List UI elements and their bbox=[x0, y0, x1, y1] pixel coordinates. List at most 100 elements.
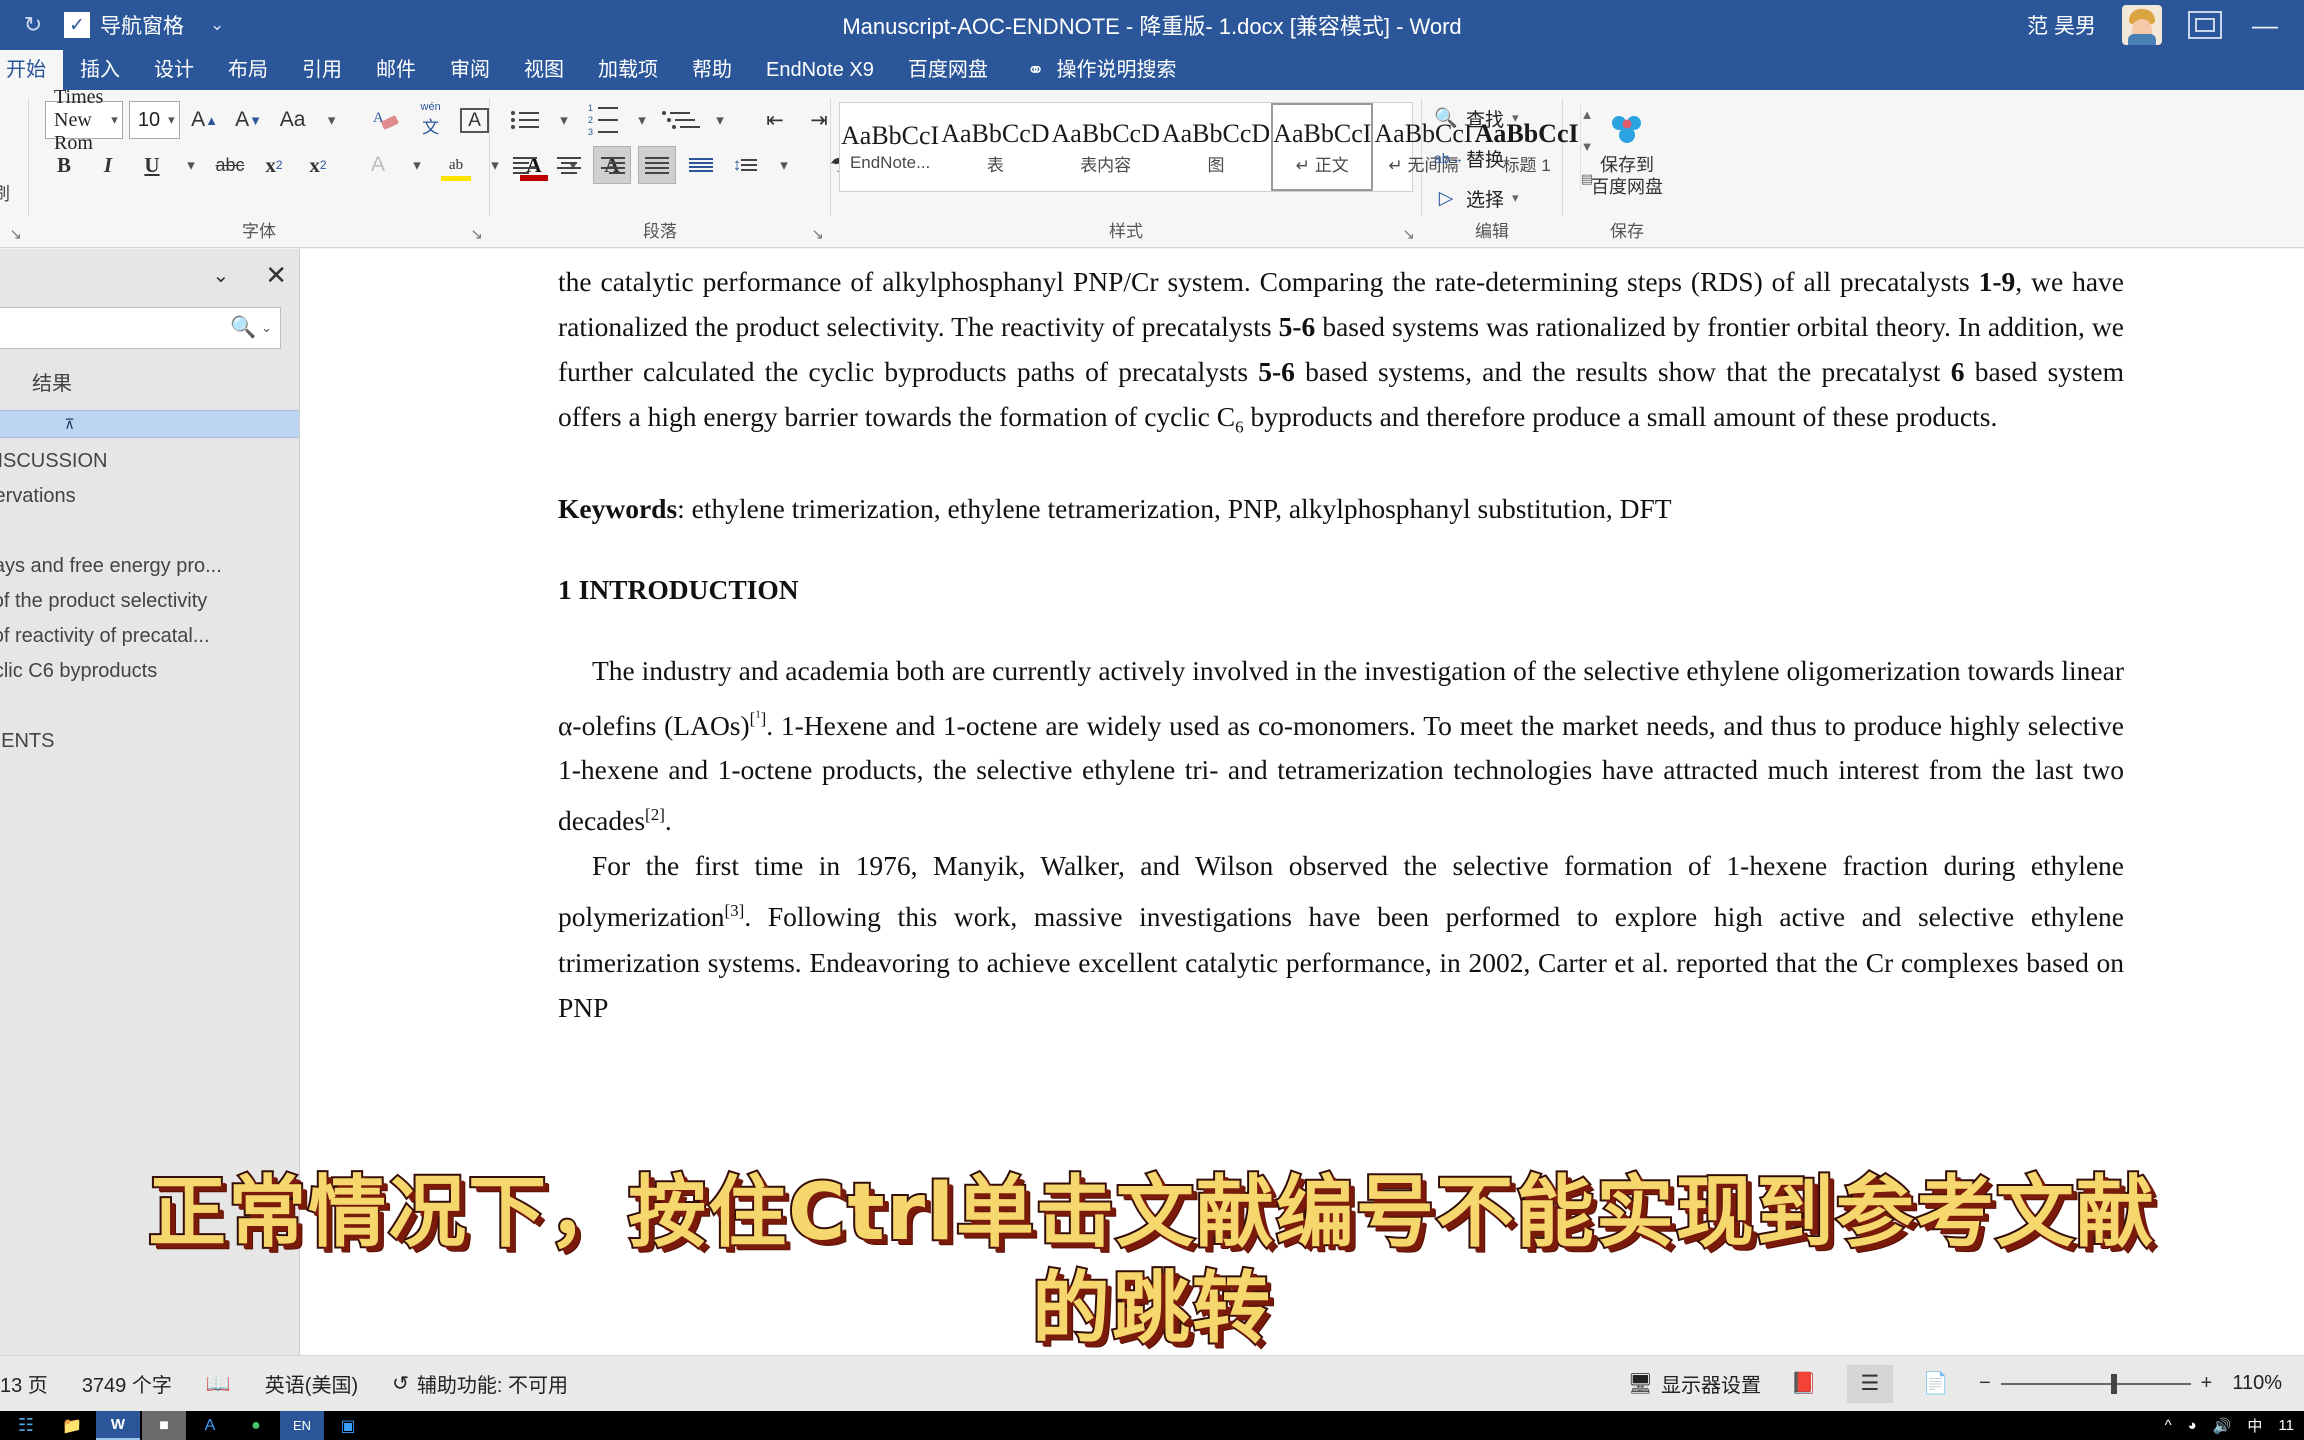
minimize-button[interactable]: — bbox=[2248, 12, 2282, 38]
nav-heading-reaction-pathways[interactable]: Reaction pathways and free energy pro... bbox=[0, 549, 299, 584]
nav-heading-acknowledgments[interactable]: ACKNOWLEDGMENTS bbox=[0, 724, 299, 759]
endnote-icon[interactable]: EN bbox=[280, 1411, 324, 1440]
network-icon[interactable]: ◕ bbox=[2188, 1417, 2197, 1434]
zoom-thumb[interactable] bbox=[2110, 1373, 2117, 1394]
format-painter-button[interactable]: 格式刷 bbox=[0, 174, 20, 212]
accessibility-status[interactable]: ↺ 辅助功能: 不可用 bbox=[392, 1369, 568, 1398]
italic-button[interactable]: I bbox=[89, 146, 127, 184]
volume-icon[interactable]: 🔊 bbox=[2213, 1417, 2232, 1435]
document-area[interactable]: the catalytic performance of alkylphosph… bbox=[300, 249, 2304, 1355]
document-page[interactable]: the catalytic performance of alkylphosph… bbox=[300, 249, 2304, 1355]
app-blue-icon[interactable]: A bbox=[188, 1411, 232, 1440]
change-case-button[interactable]: Aa bbox=[274, 101, 312, 139]
text-effects-caret[interactable]: ▾ bbox=[403, 146, 431, 184]
multilevel-list-icon[interactable] bbox=[662, 101, 700, 139]
tell-me-box[interactable]: ⚭ 操作说明搜索 bbox=[1005, 50, 1177, 90]
proofing-errors-icon[interactable]: 📖 bbox=[206, 1371, 231, 1396]
ribbon-display-options-icon[interactable] bbox=[2188, 11, 2222, 39]
style-item-figure[interactable]: AaBbCcD 图 bbox=[1161, 103, 1271, 191]
nav-heading-product-selectivity[interactable]: Rationalization of the product selectivi… bbox=[0, 584, 299, 619]
styles-dialog-launcher[interactable]: ↘ bbox=[1402, 225, 1415, 243]
nav-heading-experimental[interactable]: Experimental observations bbox=[0, 479, 299, 514]
display-settings-button[interactable]: 🖥 显示器设置 bbox=[1628, 1369, 1761, 1398]
change-case-caret[interactable]: ▾ bbox=[318, 101, 346, 139]
phonetic-guide-button[interactable]: wén 文 bbox=[412, 101, 450, 139]
paragraph-intro-1[interactable]: The industry and academia both are curre… bbox=[558, 648, 2124, 844]
character-border-button[interactable]: A bbox=[456, 101, 494, 139]
tab-home[interactable]: 开始 bbox=[0, 50, 63, 90]
close-icon[interactable]: ✕ bbox=[265, 262, 287, 288]
ime-indicator[interactable]: 中 bbox=[2247, 1415, 2262, 1436]
save-to-baidu-netdisk-button[interactable]: 保存到 百度网盘 bbox=[1571, 98, 1683, 210]
nav-heading-conclusions[interactable]: Conclusions bbox=[0, 689, 299, 724]
zoom-in-button[interactable]: + bbox=[2201, 1372, 2213, 1395]
tab-addins[interactable]: 加载项 bbox=[581, 50, 675, 90]
zoom-slider[interactable]: − + bbox=[1979, 1372, 2212, 1395]
search-input[interactable] bbox=[0, 316, 230, 340]
language-status[interactable]: 英语(美国) bbox=[265, 1369, 358, 1398]
style-item-table-content[interactable]: AaBbCcD 表内容 bbox=[1051, 103, 1161, 191]
nav-selected-band[interactable]: ⊼ bbox=[0, 410, 299, 438]
paragraph-keywords[interactable]: Keywords: ethylene trimerization, ethyle… bbox=[558, 486, 2124, 531]
nav-heading-cyclic-c6[interactable]: Formation of cyclic C6 byproducts bbox=[0, 654, 299, 689]
align-left-icon[interactable] bbox=[506, 146, 544, 184]
shrink-font-button[interactable]: A ▼ bbox=[230, 101, 268, 139]
tab-view[interactable]: 视图 bbox=[507, 50, 581, 90]
underline-caret[interactable]: ▾ bbox=[177, 146, 205, 184]
chevron-down-icon[interactable]: ⌄ bbox=[212, 263, 229, 288]
chevron-down-icon[interactable]: ▾ bbox=[1512, 190, 1519, 206]
style-item-table[interactable]: AaBbCcD 表 bbox=[940, 103, 1050, 191]
font-family-combo[interactable]: Times New Rom ▾ bbox=[45, 90, 123, 154]
tab-layout[interactable]: 布局 bbox=[211, 50, 285, 90]
underline-button[interactable]: U bbox=[133, 146, 171, 184]
chevron-down-icon[interactable]: ⌄ bbox=[256, 320, 272, 336]
tab-references[interactable]: 引用 bbox=[285, 50, 359, 90]
qat-nav-pane-toggle[interactable]: ✓ 导航窗格 bbox=[64, 10, 184, 40]
tab-design[interactable]: 设计 bbox=[137, 50, 211, 90]
font-dialog-launcher[interactable]: ↘ bbox=[470, 225, 483, 243]
grow-font-button[interactable]: A ▲ bbox=[186, 101, 224, 139]
zoom-track[interactable] bbox=[2000, 1373, 2191, 1394]
account-name[interactable]: 范 昊男 bbox=[2027, 10, 2096, 40]
find-button[interactable]: 🔍 查找 ▾ bbox=[1430, 98, 1554, 138]
bold-button[interactable]: B bbox=[45, 146, 83, 184]
page-number-status[interactable]: 13 页 bbox=[0, 1369, 48, 1398]
align-center-icon[interactable] bbox=[550, 146, 588, 184]
document-text[interactable]: the catalytic performance of alkylphosph… bbox=[558, 259, 2124, 1030]
tray-chevron-up-icon[interactable]: ^ bbox=[2165, 1417, 2172, 1434]
distribute-icon[interactable] bbox=[682, 146, 720, 184]
bullet-list-icon[interactable] bbox=[506, 101, 544, 139]
zoom-level-label[interactable]: 110% bbox=[2232, 1372, 2282, 1395]
justify-icon[interactable] bbox=[638, 146, 676, 184]
tab-review[interactable]: 审阅 bbox=[433, 50, 507, 90]
navigation-search-box[interactable]: 🔍 ⌄ bbox=[0, 307, 281, 349]
paragraph-abstract-tail[interactable]: the catalytic performance of alkylphosph… bbox=[558, 259, 2124, 450]
numbering-caret[interactable]: ▾ bbox=[628, 101, 656, 139]
nav-heading-reactivity[interactable]: Rationalization of reactivity of precata… bbox=[0, 619, 299, 654]
superscript-button[interactable]: x2 bbox=[299, 146, 337, 184]
text-effects-button[interactable]: A bbox=[359, 146, 397, 184]
autosave-refresh-icon[interactable]: ↻ bbox=[18, 10, 48, 40]
chevron-down-icon[interactable]: ▾ bbox=[103, 112, 118, 128]
align-right-icon[interactable] bbox=[594, 146, 632, 184]
style-item-endnote[interactable]: AaBbCcI EndNote... bbox=[840, 103, 940, 191]
app-gray-icon[interactable]: ■ bbox=[142, 1411, 186, 1440]
subscript-button[interactable]: x2 bbox=[255, 146, 293, 184]
read-mode-icon[interactable]: 📕 bbox=[1781, 1365, 1827, 1403]
multilevel-caret[interactable]: ▾ bbox=[706, 101, 734, 139]
avatar[interactable] bbox=[2122, 5, 2162, 45]
select-button[interactable]: ▷ 选择 ▾ bbox=[1430, 178, 1554, 218]
word-icon[interactable]: W bbox=[96, 1411, 140, 1440]
clock[interactable]: 11 bbox=[2278, 1417, 2294, 1434]
nav-tab-results[interactable]: 结果 bbox=[32, 367, 72, 396]
clear-formatting-icon[interactable]: A bbox=[368, 101, 406, 139]
word-count-status[interactable]: 3749 个字 bbox=[82, 1369, 172, 1398]
style-item-normal[interactable]: AaBbCcI ↵ 正文 bbox=[1271, 103, 1374, 191]
text-highlight-button[interactable]: ab bbox=[437, 146, 475, 184]
tab-baidu-netdisk[interactable]: 百度网盘 bbox=[891, 50, 1005, 90]
bullets-caret[interactable]: ▾ bbox=[550, 101, 578, 139]
tab-mailings[interactable]: 邮件 bbox=[359, 50, 433, 90]
decrease-indent-icon[interactable]: ⇤ bbox=[756, 101, 794, 139]
windows-start-icon[interactable]: ☷ bbox=[4, 1411, 48, 1440]
clipboard-dialog-launcher[interactable]: ↘ bbox=[9, 225, 22, 243]
